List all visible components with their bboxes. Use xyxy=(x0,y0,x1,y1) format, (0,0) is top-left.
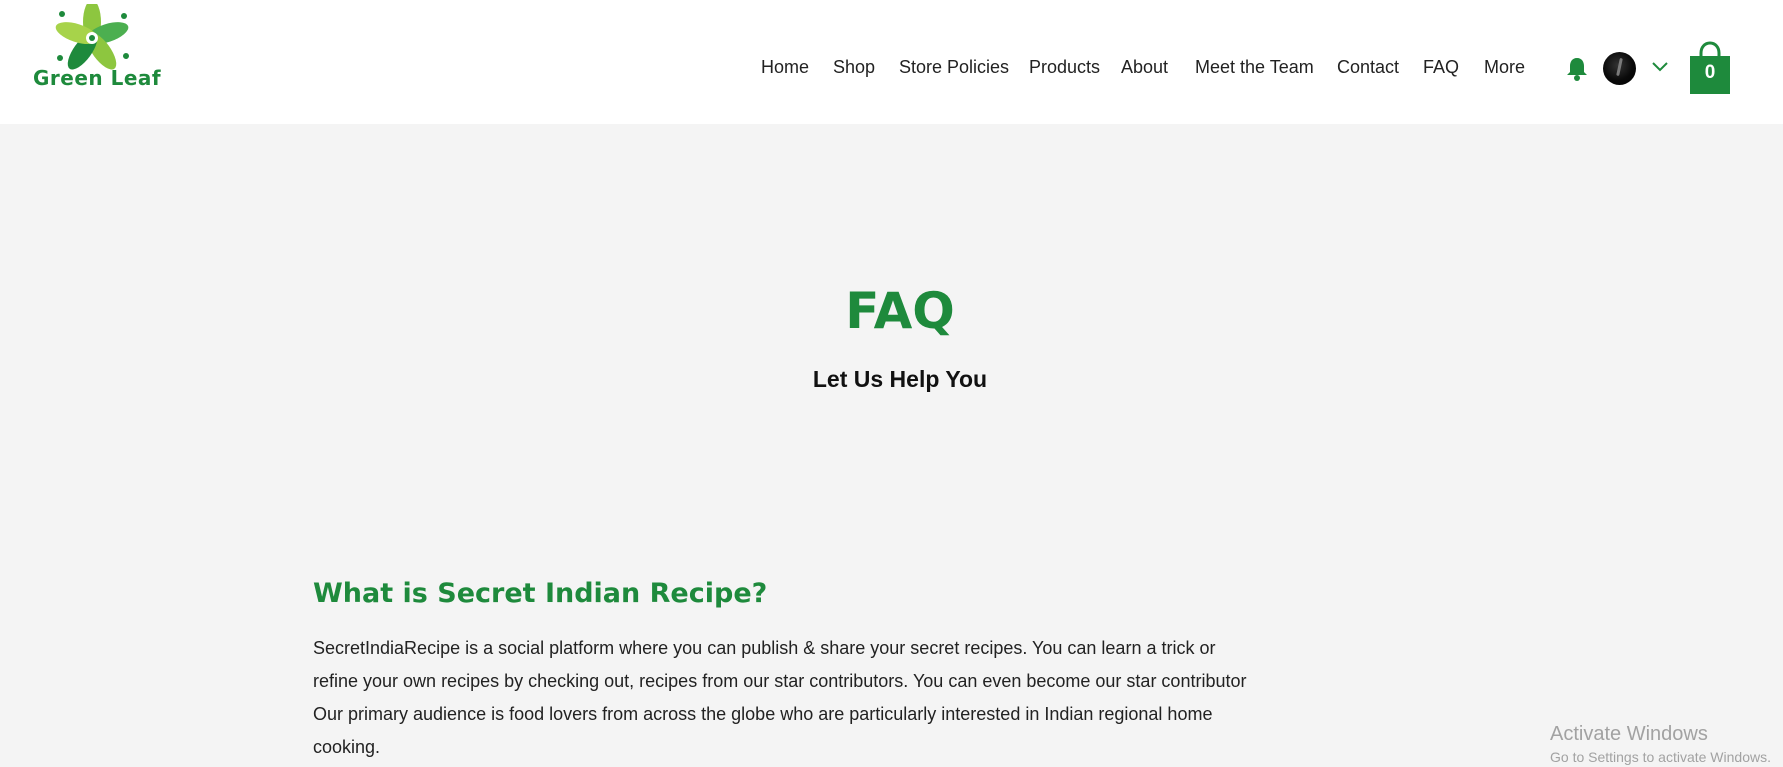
faq-answer: SecretIndiaRecipe is a social platform w… xyxy=(313,632,1313,764)
activate-windows-title: Activate Windows xyxy=(1550,723,1708,745)
nav-products[interactable]: Products xyxy=(1029,57,1100,78)
nav-about[interactable]: About xyxy=(1121,57,1168,78)
nav-meet-the-team[interactable]: Meet the Team xyxy=(1195,57,1314,78)
nav-faq[interactable]: FAQ xyxy=(1423,57,1459,78)
nav-shop[interactable]: Shop xyxy=(833,57,875,78)
faq-answer-line: refine your own recipes by checking out,… xyxy=(313,671,1247,691)
faq-answer-line: Our primary audience is food lovers from… xyxy=(313,704,1213,724)
faq-answer-line: SecretIndiaRecipe is a social platform w… xyxy=(313,638,1216,658)
site-header: Green Leaf Home Shop Store Policies Prod… xyxy=(0,0,1783,124)
nav-more[interactable]: More xyxy=(1484,57,1525,78)
page-title: FAQ xyxy=(845,282,955,340)
activate-windows-subtitle: Go to Settings to activate Windows. xyxy=(1550,749,1771,765)
nav-home[interactable]: Home xyxy=(761,57,809,78)
cart-count[interactable]: 0 xyxy=(1688,62,1732,84)
faq-answer-line: cooking. xyxy=(313,737,381,757)
bell-icon[interactable] xyxy=(1565,56,1589,82)
logo-text[interactable]: Green Leaf xyxy=(33,66,161,90)
page-subtitle: Let Us Help You xyxy=(812,366,988,392)
avatar[interactable] xyxy=(1603,52,1636,85)
chevron-down-icon[interactable] xyxy=(1651,60,1669,74)
faq-question: What is Secret Indian Recipe? xyxy=(313,578,768,609)
nav-store-policies[interactable]: Store Policies xyxy=(899,57,1009,78)
nav-contact[interactable]: Contact xyxy=(1337,57,1399,78)
